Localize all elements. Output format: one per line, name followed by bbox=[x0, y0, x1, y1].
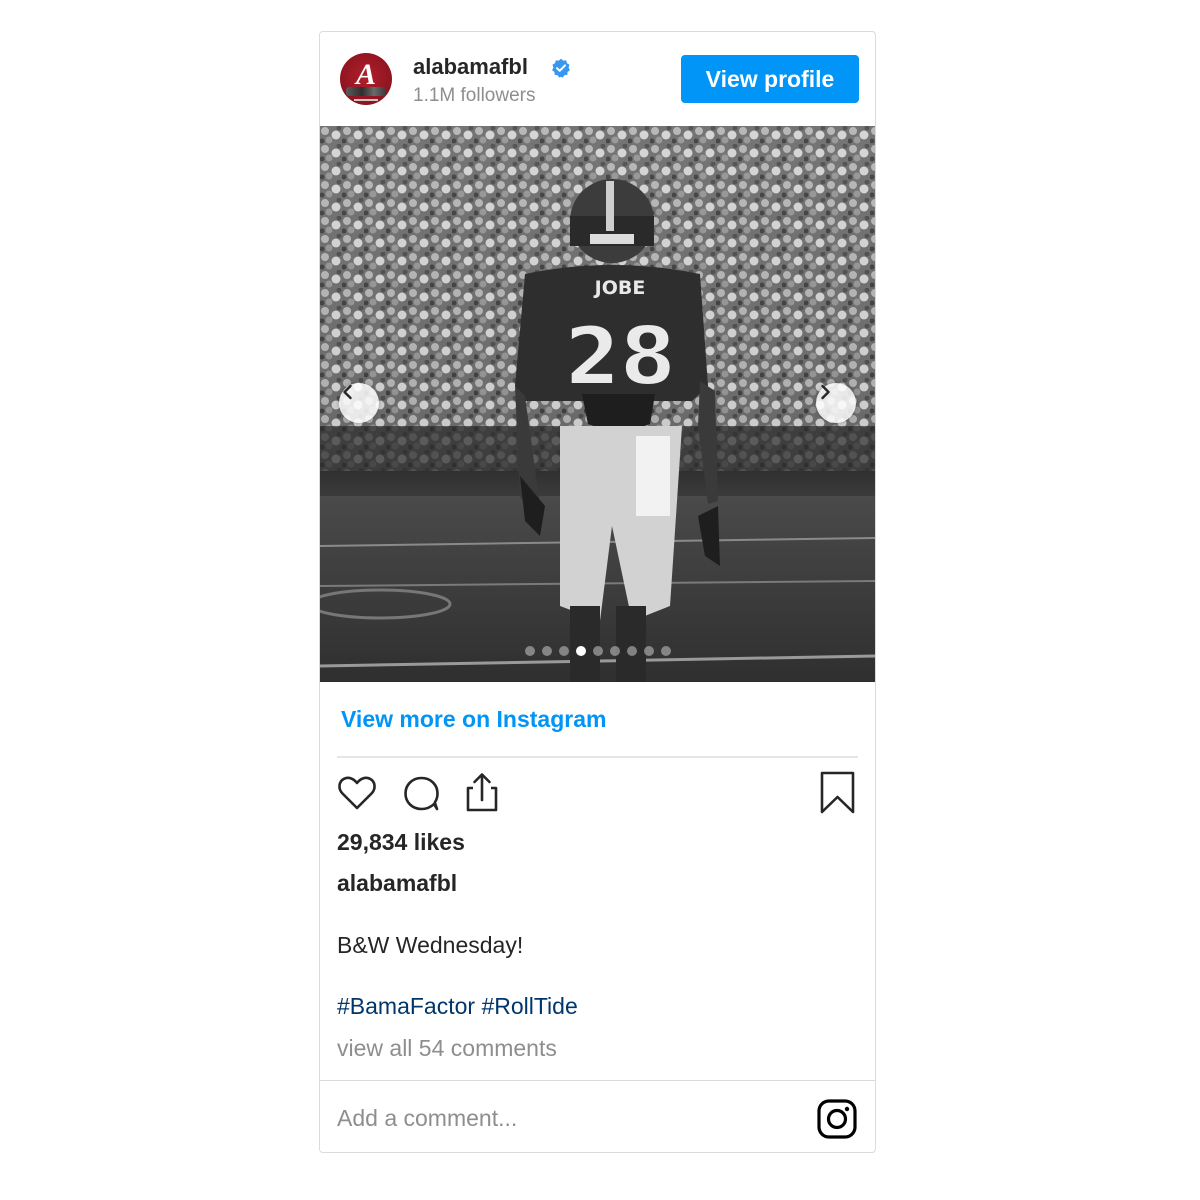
instagram-embed-card: A alabamafbl 1.1M followers View profile bbox=[319, 31, 876, 1153]
instagram-icon[interactable] bbox=[816, 1098, 858, 1140]
view-all-comments-link[interactable]: view all 54 comments bbox=[337, 1035, 557, 1062]
chevron-right-icon bbox=[821, 384, 830, 400]
heart-icon[interactable] bbox=[334, 770, 380, 816]
football-player-photo: JOBE 28 bbox=[320, 126, 875, 682]
carousel-dot bbox=[525, 646, 535, 656]
like-count[interactable]: 29,834 likes bbox=[337, 829, 465, 856]
view-profile-button[interactable]: View profile bbox=[681, 55, 859, 103]
chevron-left-icon bbox=[343, 384, 352, 400]
caption-text: B&W Wednesday! bbox=[337, 932, 524, 958]
post-header: A alabamafbl 1.1M followers View profile bbox=[320, 32, 875, 126]
carousel-indicator bbox=[525, 646, 671, 656]
divider bbox=[337, 756, 858, 758]
jersey-name: JOBE bbox=[593, 277, 646, 299]
post-photo[interactable]: JOBE 28 bbox=[320, 126, 875, 682]
caption-username[interactable]: alabamafbl bbox=[337, 870, 457, 897]
add-comment-input[interactable]: Add a comment... bbox=[337, 1105, 517, 1132]
next-slide-button[interactable] bbox=[816, 383, 856, 423]
action-bar bbox=[320, 770, 875, 816]
comment-icon[interactable] bbox=[398, 770, 444, 816]
view-more-link[interactable]: View more on Instagram bbox=[341, 706, 606, 733]
carousel-dot bbox=[542, 646, 552, 656]
carousel-dot bbox=[661, 646, 671, 656]
previous-slide-button[interactable] bbox=[339, 383, 379, 423]
follower-count: 1.1M followers bbox=[413, 85, 536, 106]
carousel-dot bbox=[644, 646, 654, 656]
share-icon[interactable] bbox=[459, 770, 505, 816]
verified-badge-icon bbox=[552, 58, 570, 78]
divider bbox=[320, 1080, 875, 1081]
carousel-dot bbox=[627, 646, 637, 656]
avatar[interactable]: A bbox=[340, 53, 392, 105]
hashtags[interactable]: #BamaFactor #RollTide bbox=[337, 993, 578, 1020]
username[interactable]: alabamafbl bbox=[413, 54, 528, 80]
carousel-dot bbox=[559, 646, 569, 656]
bookmark-icon[interactable] bbox=[816, 770, 862, 816]
carousel-dot-active bbox=[576, 646, 586, 656]
carousel-dot bbox=[610, 646, 620, 656]
carousel-dot bbox=[593, 646, 603, 656]
jersey-number: 28 bbox=[564, 310, 675, 403]
